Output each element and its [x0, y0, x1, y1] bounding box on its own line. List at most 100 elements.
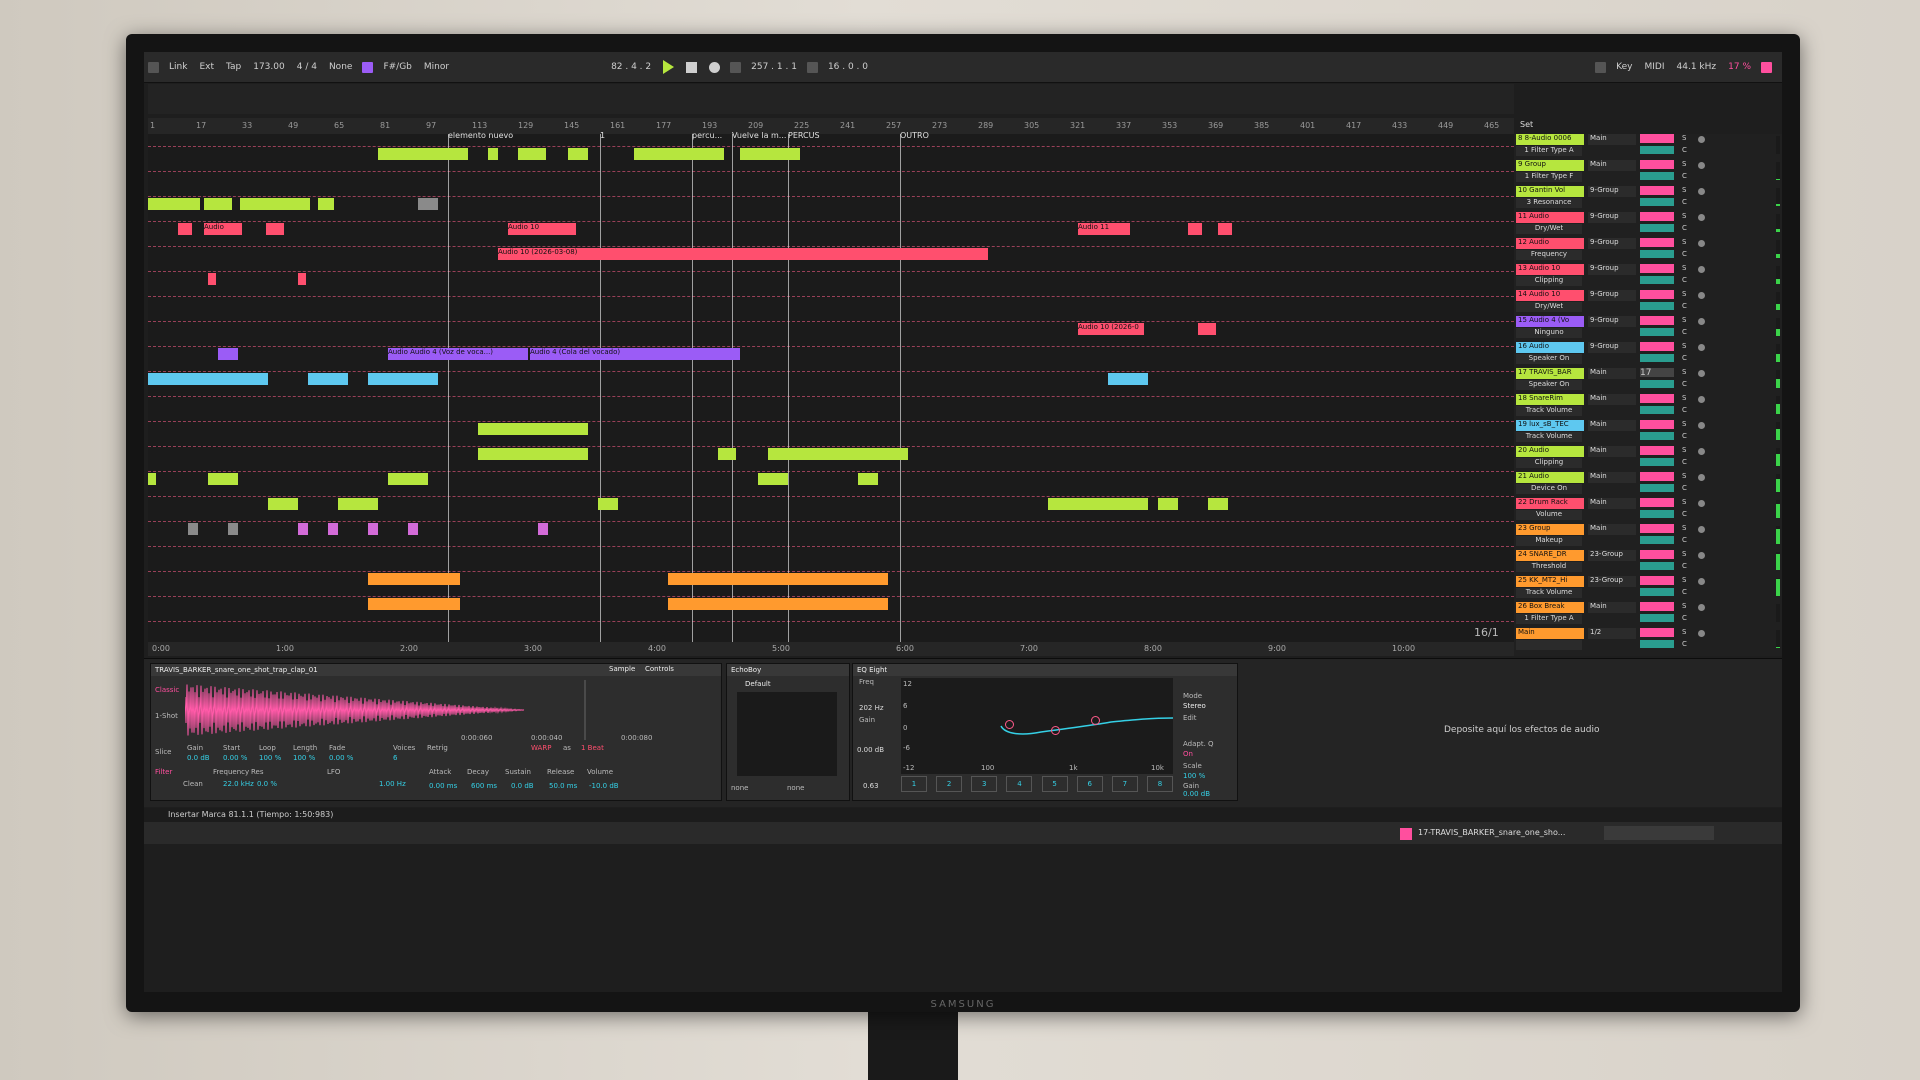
beat-ruler[interactable]: 1 17 33 49 65 81 97 113 129 145 161 177 193 209 225 241…: [148, 118, 1514, 135]
tap-button[interactable]: Tap: [226, 62, 241, 72]
audio-clip[interactable]: [1208, 498, 1228, 510]
track-output[interactable]: Main: [1588, 602, 1636, 613]
cue-button[interactable]: C: [1682, 510, 1687, 518]
mixer-track[interactable]: 22 Drum Rack Volume Main S C: [1514, 498, 1782, 522]
track-volume[interactable]: [1640, 264, 1674, 273]
midi-map-button[interactable]: MIDI: [1645, 62, 1665, 72]
track-parameter[interactable]: Dry/Wet: [1516, 302, 1582, 312]
track-lane[interactable]: [148, 321, 1514, 323]
solo-button[interactable]: S: [1682, 602, 1686, 610]
locator-label[interactable]: Vuelve la m...: [732, 131, 786, 140]
track-parameter[interactable]: 3 Resonance: [1516, 198, 1582, 208]
audio-clip[interactable]: [338, 498, 378, 510]
arrangement-view[interactable]: elemento nuevo 1 percu... Vuelve la m...…: [148, 131, 1514, 642]
scale-icon[interactable]: [362, 61, 374, 73]
cue-button[interactable]: C: [1682, 276, 1687, 284]
track-name[interactable]: 20 Audio: [1516, 446, 1584, 457]
filter-type[interactable]: Clean: [183, 780, 203, 788]
audio-clip[interactable]: [148, 473, 156, 485]
audio-clip[interactable]: [538, 523, 548, 535]
track-lane[interactable]: [148, 621, 1514, 623]
menu-icon[interactable]: [148, 61, 159, 73]
attack-value[interactable]: 0.00 ms: [429, 782, 457, 790]
record-button[interactable]: [709, 61, 721, 73]
track-output[interactable]: Main: [1588, 160, 1636, 171]
track-output[interactable]: Main: [1588, 446, 1636, 457]
warp-button[interactable]: WARP: [531, 744, 551, 752]
audio-clip[interactable]: [328, 523, 338, 535]
arm-icon[interactable]: [1698, 266, 1705, 273]
track-volume[interactable]: 17: [1640, 368, 1674, 378]
sample-tab[interactable]: Sample: [609, 665, 635, 673]
track-output[interactable]: Main: [1588, 368, 1636, 379]
mixer-track[interactable]: 13 Audio 10 Clipping 9-Group S C: [1514, 264, 1782, 288]
arm-icon[interactable]: [1698, 162, 1705, 169]
solo-button[interactable]: S: [1682, 134, 1686, 142]
track-pan[interactable]: [1640, 432, 1674, 440]
audio-clip[interactable]: [518, 148, 546, 160]
solo-button[interactable]: S: [1682, 472, 1686, 480]
stop-button[interactable]: [686, 61, 698, 73]
track-parameter[interactable]: Track Volume: [1516, 406, 1582, 416]
track-output[interactable]: 9-Group: [1588, 290, 1636, 301]
audio-clip[interactable]: [188, 523, 198, 535]
ext-button[interactable]: Ext: [199, 62, 214, 72]
key-map-button[interactable]: Key: [1616, 62, 1632, 72]
audio-clip[interactable]: Audio 10: [508, 223, 576, 235]
arm-icon[interactable]: [1698, 604, 1705, 611]
mixer-track[interactable]: 23 Group Makeup Main S C: [1514, 524, 1782, 548]
track-pan[interactable]: [1640, 276, 1674, 284]
audio-clip[interactable]: [266, 223, 284, 235]
track-name[interactable]: 26 Box Break: [1516, 602, 1584, 613]
eq-mode-value[interactable]: Stereo: [1183, 702, 1206, 710]
arm-icon[interactable]: [1698, 578, 1705, 585]
track-volume[interactable]: [1640, 212, 1674, 221]
eq-band-button[interactable]: 6: [1076, 776, 1103, 792]
eq-scale-value[interactable]: 100 %: [1183, 772, 1205, 780]
track-output[interactable]: 9-Group: [1588, 264, 1636, 275]
track-volume[interactable]: [1640, 186, 1674, 195]
track-output[interactable]: 1/2: [1588, 628, 1636, 639]
mixer-track[interactable]: 11 Audio Dry/Wet 9-Group S C: [1514, 212, 1782, 236]
solo-button[interactable]: S: [1682, 524, 1686, 532]
solo-button[interactable]: S: [1682, 160, 1686, 168]
track-volume[interactable]: [1640, 290, 1674, 299]
solo-button[interactable]: S: [1682, 576, 1686, 584]
waveform-display[interactable]: [185, 680, 715, 740]
track-parameter[interactable]: Ninguno: [1516, 328, 1582, 338]
locator-label[interactable]: percu...: [692, 131, 722, 140]
classic-mode[interactable]: Classic: [155, 686, 179, 694]
audio-clip[interactable]: [388, 473, 428, 485]
track-output[interactable]: 9-Group: [1588, 186, 1636, 197]
song-position[interactable]: 82 . 4 . 2: [611, 62, 651, 72]
track-lane[interactable]: [148, 171, 1514, 173]
locator-label[interactable]: elemento nuevo: [448, 131, 513, 140]
cue-button[interactable]: C: [1682, 146, 1687, 154]
mixer-track[interactable]: 18 SnareRim Track Volume Main S C: [1514, 394, 1782, 418]
track-parameter[interactable]: 1 Filter Type F: [1516, 172, 1582, 182]
track-pan[interactable]: [1640, 198, 1674, 206]
track-volume[interactable]: [1640, 576, 1674, 585]
track-volume[interactable]: [1640, 472, 1674, 481]
cue-button[interactable]: C: [1682, 614, 1687, 622]
track-pan[interactable]: [1640, 146, 1674, 154]
eq-q-value[interactable]: 0.63: [863, 782, 879, 790]
track-output[interactable]: Main: [1588, 420, 1636, 431]
res-value[interactable]: 0.0 %: [257, 780, 277, 788]
track-name[interactable]: 14 Audio 10: [1516, 290, 1584, 301]
mixer-track[interactable]: 8 8-Audio 0006 1 Filter Type A Main S C: [1514, 134, 1782, 158]
cue-button[interactable]: C: [1682, 562, 1687, 570]
track-volume[interactable]: [1640, 316, 1674, 325]
track-lane[interactable]: [148, 546, 1514, 548]
audio-clip[interactable]: [228, 523, 238, 535]
loop-length[interactable]: 16 . 0 . 0: [828, 62, 868, 72]
audio-clip[interactable]: [456, 148, 468, 160]
arm-icon[interactable]: [1698, 422, 1705, 429]
audio-clip[interactable]: [178, 223, 192, 235]
solo-button[interactable]: S: [1682, 368, 1686, 376]
audio-clip[interactable]: [634, 148, 724, 160]
selected-clip-name[interactable]: 17-TRAVIS_BARKER_snare_one_sho...: [1418, 828, 1565, 837]
track-output[interactable]: 9-Group: [1588, 316, 1636, 327]
cue-button[interactable]: C: [1682, 224, 1687, 232]
track-volume[interactable]: [1640, 134, 1674, 143]
